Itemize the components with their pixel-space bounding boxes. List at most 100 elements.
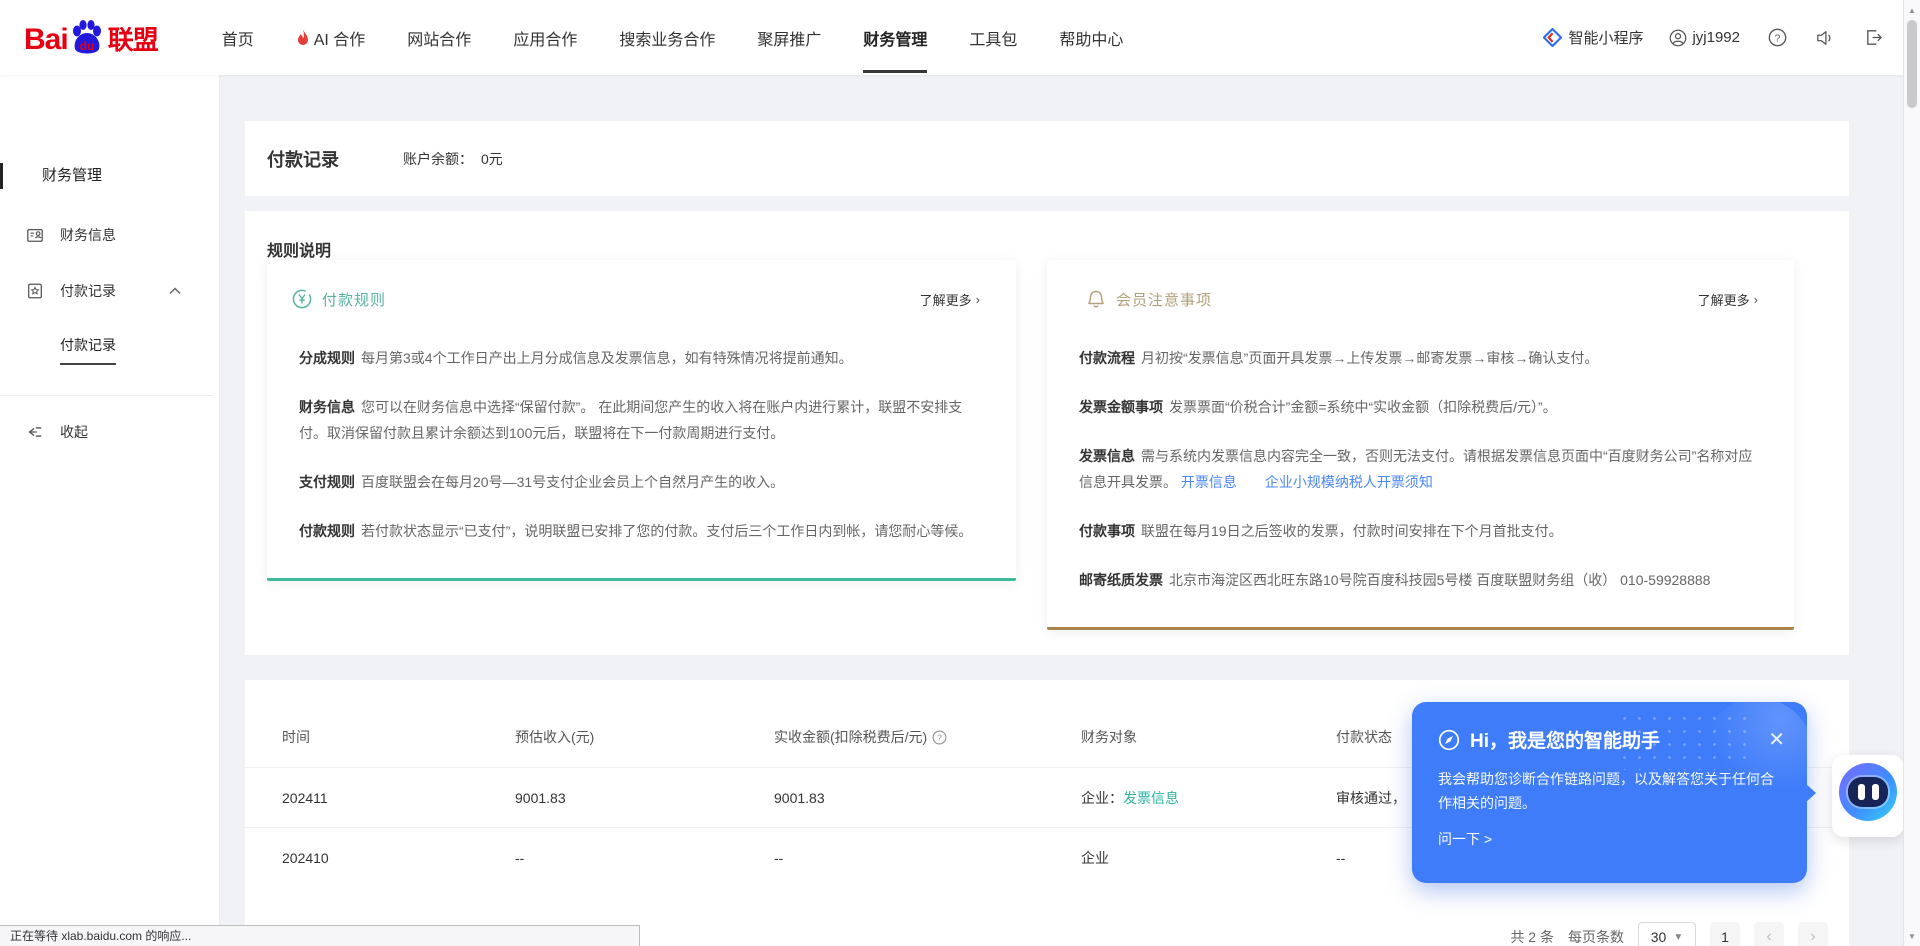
cell-received: 9001.83 — [774, 790, 1081, 806]
top-nav: Bai du 联盟 首页 AI 合作 网站合作 — [0, 0, 1920, 75]
collapse-icon — [26, 423, 44, 441]
payment-rules-list: 分成规则每月第3或4个工作日产出上月分成信息及发票信息，如有特殊情况将提前通知。… — [299, 345, 984, 544]
svg-text:du: du — [79, 39, 94, 53]
page: Bai du 联盟 首页 AI 合作 网站合作 — [0, 0, 1920, 946]
assistant-avatar-button[interactable] — [1832, 755, 1904, 837]
assistant-popup: Hi，我是您的智能助手 ✕ 我会帮助您诊断合作链路问题，以及解答您关于任何合作相… — [1412, 702, 1807, 883]
rule-item: 付款流程月初按“发票信息”页面开具发票→上传发票→邮寄发票→审核→确认支付。 — [1079, 345, 1762, 371]
sidebar-item-label: 财务信息 — [60, 225, 116, 245]
nav-menu: 首页 AI 合作 网站合作 应用合作 搜索业务合作 聚屏推广 财务管理 工具包 … — [222, 0, 1124, 75]
page-number-button[interactable]: 1 — [1710, 922, 1740, 946]
col-header-estimated-income: 预估收入(元) — [515, 727, 774, 747]
logout-icon[interactable] — [1862, 27, 1884, 49]
sound-icon[interactable] — [1814, 27, 1836, 49]
per-page-select[interactable]: 30▼ — [1638, 922, 1696, 946]
member-notice-more-link[interactable]: 了解更多› — [1698, 290, 1758, 309]
scrollbar-thumb[interactable] — [1907, 20, 1917, 108]
sidebar-divider — [0, 395, 213, 396]
bell-icon — [1085, 288, 1107, 310]
id-card-icon — [26, 226, 44, 244]
cell-time: 202410 — [282, 850, 515, 866]
col-header-finance-target: 财务对象 — [1081, 727, 1336, 747]
nav-item-finance[interactable]: 财务管理 — [863, 0, 927, 75]
robot-avatar-icon — [1839, 763, 1897, 821]
cell-target: 企业：发票信息 — [1081, 788, 1336, 808]
user-icon — [1669, 29, 1687, 47]
chevron-up-icon — [169, 287, 181, 295]
nav-item-website-coop[interactable]: 网站合作 — [407, 0, 471, 75]
rules-section-title: 规则说明 — [267, 237, 331, 261]
sidebar-item-payment-records[interactable]: 付款记录 — [0, 281, 219, 301]
payment-rules-header: 付款规则 了解更多› — [267, 260, 1016, 310]
next-page-button[interactable]: › — [1798, 922, 1828, 946]
sidebar-item-label: 付款记录 — [60, 281, 116, 301]
popup-pointer — [1806, 784, 1816, 802]
rule-item: 支付规则百度联盟会在每月20号—31号支付企业会员上个自然月产生的收入。 — [299, 469, 984, 495]
cell-received: -- — [774, 850, 1081, 866]
baidu-union-logo[interactable]: Bai du 联盟 — [24, 19, 158, 57]
nav-item-home[interactable]: 首页 — [222, 0, 254, 75]
total-count: 共 2 条 — [1510, 927, 1554, 946]
sidebar-title-finance: 财务管理 — [0, 163, 219, 189]
browser-status-bar: 正在等待 xlab.baidu.com 的响应... — [0, 925, 640, 946]
col-header-time: 时间 — [282, 727, 515, 747]
page-header-card: 付款记录 账户余额： 0元 — [245, 121, 1849, 196]
collapse-label: 收起 — [60, 422, 88, 442]
member-notice-title: 会员注意事项 — [1116, 289, 1212, 310]
account-balance: 账户余额： 0元 — [403, 149, 503, 169]
payment-rules-more-link[interactable]: 了解更多› — [920, 290, 980, 309]
balance-label: 账户余额： — [403, 151, 473, 167]
invoice-info-table-link[interactable]: 发票信息 — [1123, 790, 1179, 806]
help-icon[interactable]: ? — [1766, 27, 1788, 49]
logo-text-lianmeng: 联盟 — [108, 20, 158, 57]
member-notice-list: 付款流程月初按“发票信息”页面开具发票→上传发票→邮寄发票→审核→确认支付。 发… — [1079, 345, 1762, 593]
assistant-header: Hi，我是您的智能助手 ✕ — [1412, 702, 1807, 753]
nav-item-toolkit[interactable]: 工具包 — [969, 0, 1017, 75]
nav-item-ai[interactable]: AI 合作 — [296, 0, 366, 75]
col-header-received-amount: 实收金额(扣除税费后/元) ? — [774, 727, 1081, 747]
svg-text:?: ? — [1774, 33, 1780, 44]
page-title: 付款记录 — [267, 146, 339, 172]
coin-yuan-icon — [291, 288, 313, 310]
balance-value: 0元 — [481, 151, 503, 167]
baidu-paw-icon: du — [69, 19, 105, 57]
sidebar-collapse-button[interactable]: 收起 — [0, 422, 219, 442]
sidebar-item-finance-info[interactable]: 财务信息 — [0, 225, 219, 245]
scroll-up-arrow-icon[interactable]: ▲ — [1904, 2, 1920, 18]
cell-estimated: -- — [515, 850, 774, 866]
nav-item-app-coop[interactable]: 应用合作 — [513, 0, 577, 75]
pagination: 共 2 条 每页条数 30▼ 1 ‹ › — [1510, 922, 1828, 946]
cell-target: 企业 — [1081, 848, 1336, 868]
sidebar-subitem-payment-records-active[interactable]: 付款记录 — [0, 335, 219, 365]
chevron-down-icon: ▼ — [1673, 932, 1683, 943]
rule-item: 发票金额事项发票票面“价税合计”金额=系统中“实收金额（扣除税费后/元）”。 — [1079, 394, 1762, 420]
user-account[interactable]: jyj1992 — [1669, 29, 1740, 47]
miniapp-icon — [1543, 28, 1562, 47]
svg-text:?: ? — [937, 732, 942, 742]
payment-rules-card: 付款规则 了解更多› 分成规则每月第3或4个工作日产出上月分成信息及发票信息，如… — [267, 260, 1016, 581]
payment-rules-title: 付款规则 — [322, 289, 386, 310]
rule-item: 付款事项联盟在每月19日之后签收的发票，付款时间安排在下个月首批支付。 — [1079, 518, 1762, 544]
sidebar: 财务管理 财务信息 付款记录 — [0, 75, 220, 946]
smart-miniapp-entry[interactable]: 智能小程序 — [1543, 27, 1643, 48]
cell-estimated: 9001.83 — [515, 790, 774, 806]
ask-now-link[interactable]: 问一下 > — [1412, 815, 1807, 849]
rule-item: 财务信息您可以在财务信息中选择“保留付款”。 在此期间您产生的收入将在账户内进行… — [299, 394, 984, 446]
chevron-right-icon: › — [976, 292, 980, 307]
nav-item-help-center[interactable]: 帮助中心 — [1059, 0, 1123, 75]
invoice-info-link[interactable]: 开票信息 — [1181, 474, 1237, 490]
prev-page-button[interactable]: ‹ — [1754, 922, 1784, 946]
small-taxpayer-invoice-guide-link[interactable]: 企业小规模纳税人开票须知 — [1265, 474, 1433, 490]
close-icon[interactable]: ✕ — [1768, 730, 1785, 750]
question-circle-icon[interactable]: ? — [932, 730, 947, 745]
logo-text-bai: Bai — [24, 23, 68, 57]
nav-item-search-coop[interactable]: 搜索业务合作 — [619, 0, 715, 75]
rule-item: 分成规则每月第3或4个工作日产出上月分成信息及发票信息，如有特殊情况将提前通知。 — [299, 345, 984, 371]
assistant-title: Hi，我是您的智能助手 — [1470, 726, 1660, 753]
scroll-down-arrow-icon[interactable]: ▼ — [1904, 928, 1920, 944]
compass-icon — [1438, 729, 1460, 751]
page-scrollbar[interactable]: ▲ ▼ — [1903, 0, 1920, 946]
nav-item-screen-promo[interactable]: 聚屏推广 — [757, 0, 821, 75]
member-notice-header: 会员注意事项 了解更多› — [1047, 260, 1794, 310]
rule-item: 邮寄纸质发票北京市海淀区西北旺东路10号院百度科技园5号楼 百度联盟财务组（收）… — [1079, 567, 1762, 593]
